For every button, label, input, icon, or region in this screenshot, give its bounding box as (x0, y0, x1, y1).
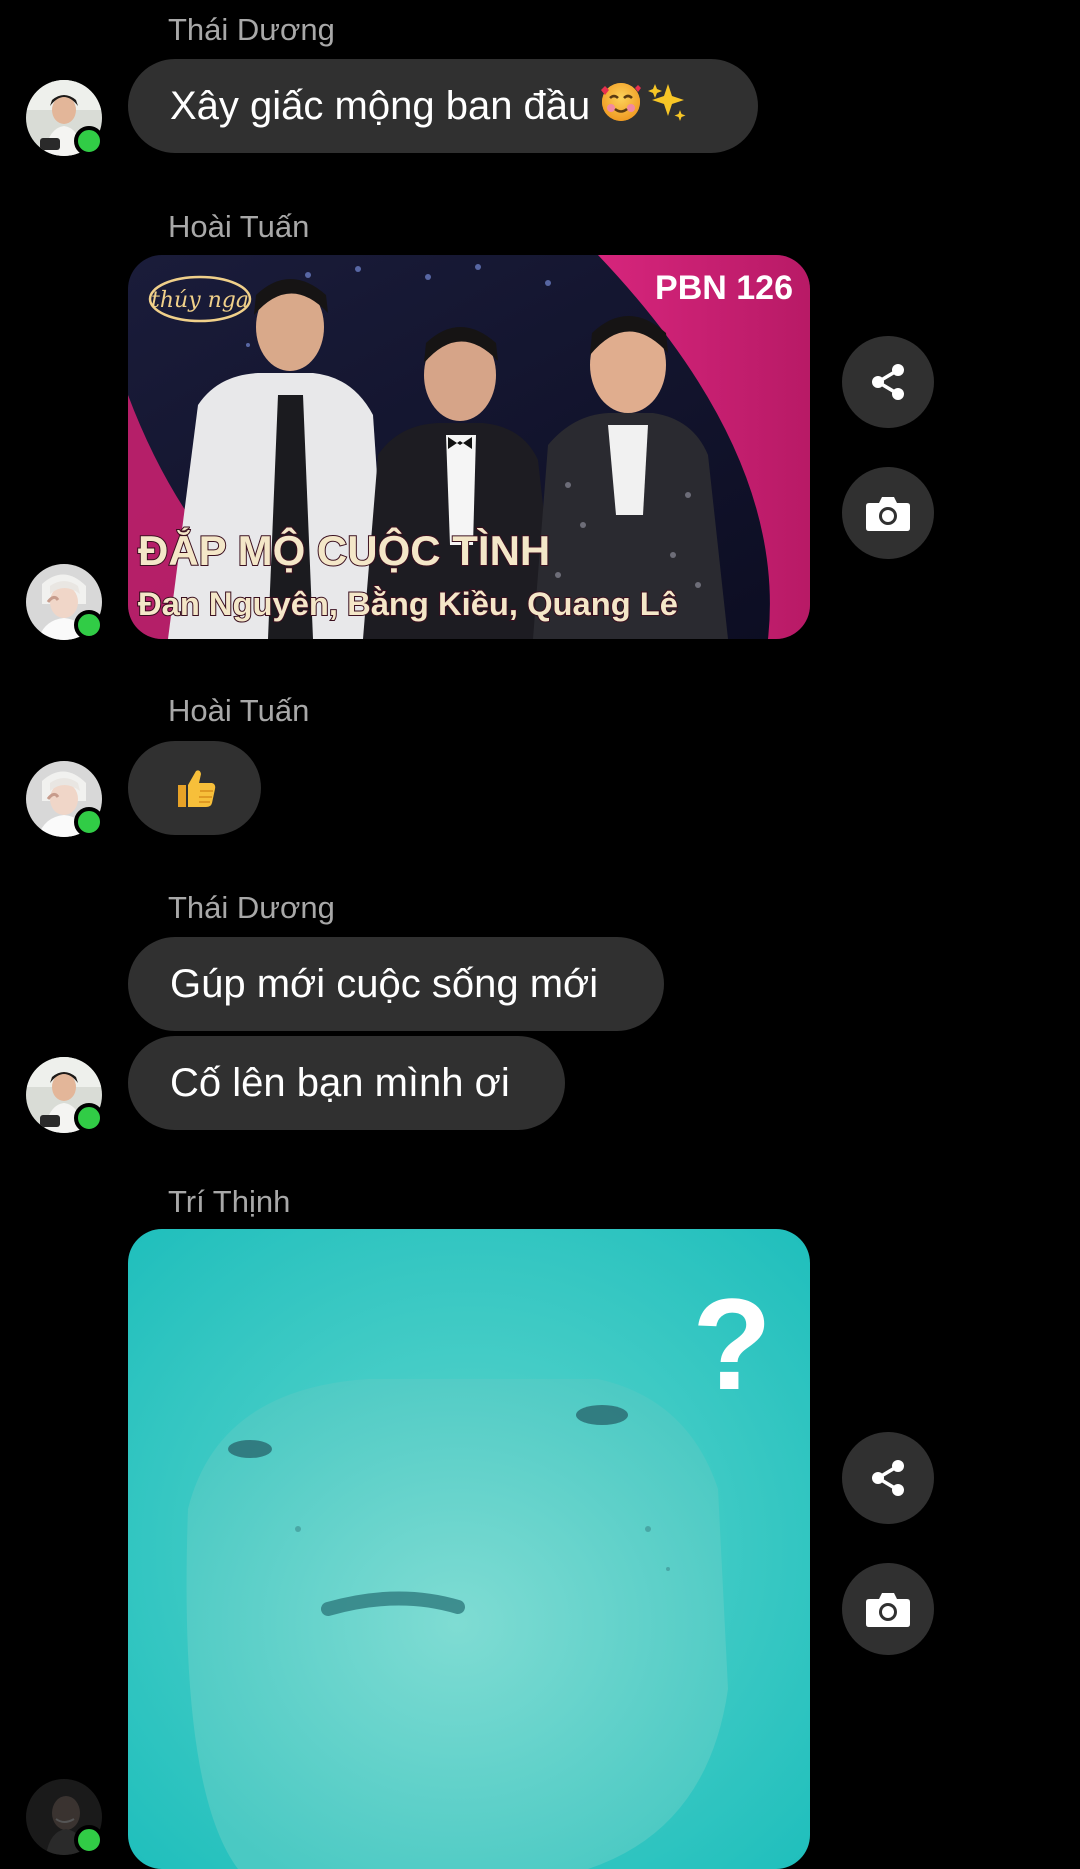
channel-logo: thúy nga (151, 288, 249, 313)
meme-overlay-text: ? (692, 1271, 771, 1417)
message-text: Cố lên bạn mình ơi (170, 1060, 510, 1105)
avatar[interactable] (26, 1779, 104, 1855)
meme-image[interactable]: ? (128, 1229, 810, 1869)
online-status-icon (74, 1103, 104, 1133)
message-text: Gúp mới cuộc sống mới (170, 961, 599, 1006)
sparkles-icon (646, 80, 688, 132)
message-bubble[interactable]: Xây giấc mộng ban đầu (128, 59, 758, 153)
message-text: Xây giấc mộng ban đầu (170, 83, 591, 128)
video-episode: PBN 126 (655, 269, 793, 307)
video-artists: Đan Nguyên, Bằng Kiều, Quang Lê (138, 586, 678, 622)
avatar[interactable] (26, 564, 104, 640)
sender-name: Hoài Tuấn (168, 693, 310, 728)
video-thumbnail[interactable]: thúy nga PBN 126 ĐẮP MỘ CUỘC TÌNH Đan Ng… (128, 255, 810, 639)
smiling-face-with-hearts-icon (598, 78, 644, 134)
thumbs-up-icon (177, 770, 215, 807)
message-bubble[interactable]: Gúp mới cuộc sống mới (128, 937, 664, 1031)
share-button[interactable] (842, 1432, 934, 1524)
camera-button[interactable] (842, 467, 934, 559)
avatar[interactable] (26, 761, 104, 837)
share-icon (872, 1460, 904, 1496)
message-bubble[interactable]: Cố lên bạn mình ơi (128, 1036, 565, 1130)
camera-icon (866, 497, 910, 531)
online-status-icon (74, 1825, 104, 1855)
message-bubble[interactable] (128, 741, 261, 835)
sender-name: Thái Dương (168, 890, 335, 925)
online-status-icon (74, 126, 104, 156)
share-button[interactable] (842, 336, 934, 428)
online-status-icon (74, 610, 104, 640)
online-status-icon (74, 807, 104, 837)
camera-icon (866, 1593, 910, 1627)
camera-button[interactable] (842, 1563, 934, 1655)
avatar[interactable] (26, 1057, 104, 1133)
sender-name: Trí Thịnh (168, 1184, 291, 1219)
sender-name: Thái Dương (168, 12, 335, 47)
share-icon (872, 364, 904, 400)
sender-name: Hoài Tuấn (168, 209, 310, 244)
avatar[interactable] (26, 80, 104, 156)
video-title: ĐẮP MỘ CUỘC TÌNH (138, 526, 550, 574)
